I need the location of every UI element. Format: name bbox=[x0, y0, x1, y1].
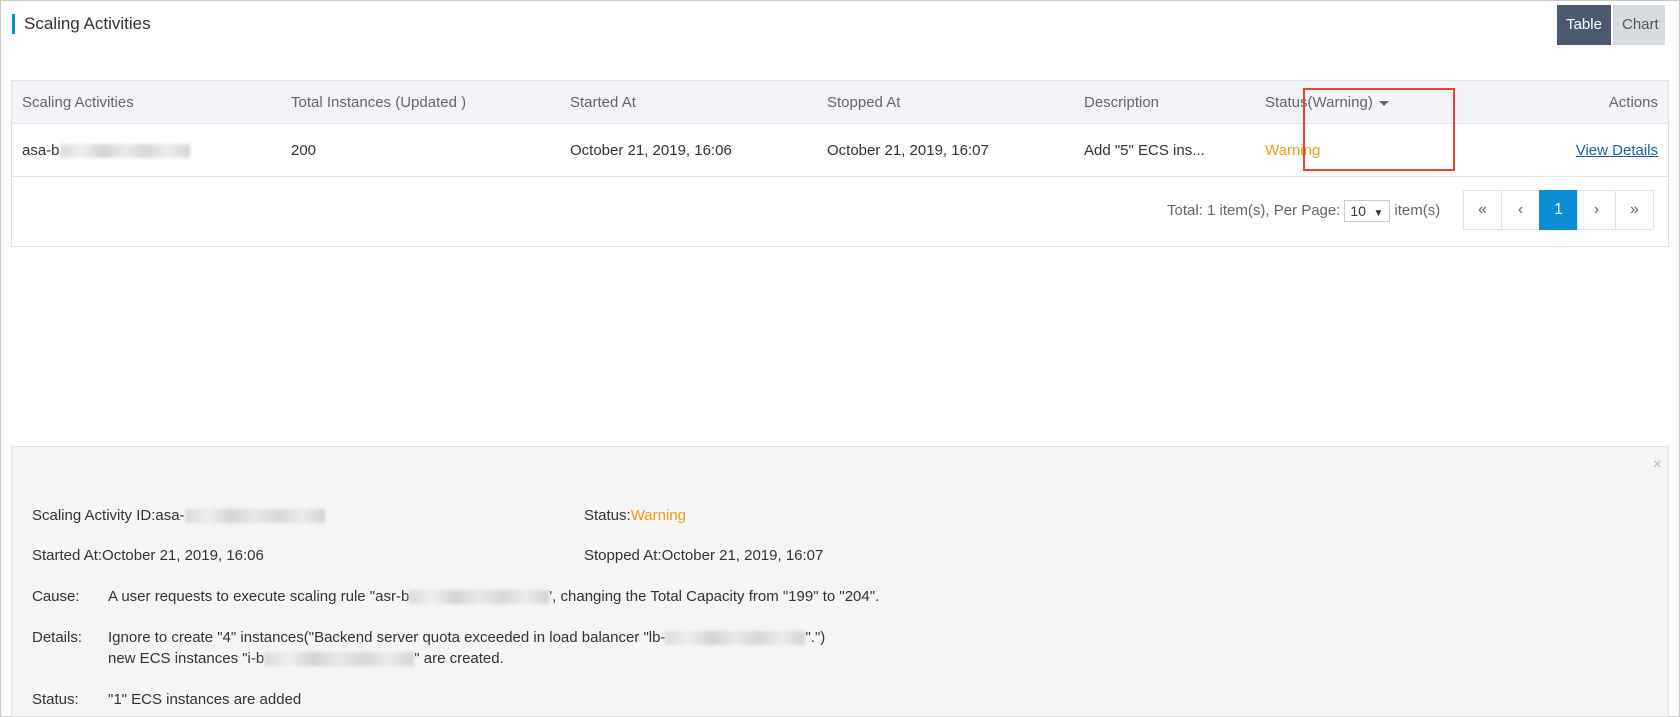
page-1-button[interactable]: 1 bbox=[1539, 190, 1578, 230]
status-label: Status: bbox=[584, 507, 631, 524]
activity-id-value: asa- bbox=[155, 507, 185, 524]
column-header-description: Description bbox=[1084, 94, 1160, 111]
cause-text: A user requests to execute scaling rule … bbox=[108, 588, 879, 605]
stopped-at-cell: October 21, 2019, 16:07 bbox=[827, 142, 989, 159]
last-page-button[interactable]: » bbox=[1615, 190, 1654, 230]
stopped-at-label: Stopped At: bbox=[584, 547, 662, 564]
page-title: Scaling Activities bbox=[12, 14, 151, 34]
status-highlight-box bbox=[1303, 88, 1455, 171]
activity-id-cell: asa-b bbox=[22, 124, 190, 177]
redacted-lb bbox=[665, 631, 806, 646]
started-at-cell: October 21, 2019, 16:06 bbox=[570, 142, 732, 159]
details-text-part1: Ignore to create "4" instances("Backend … bbox=[108, 629, 666, 646]
pagination-info: Total: 1 item(s), Per Page: 10 ▼ item(s) bbox=[1167, 196, 1440, 226]
status-value: Warning bbox=[630, 507, 687, 524]
total-items-text: Total: 1 item(s), Per Page: bbox=[1167, 202, 1341, 219]
redacted-id bbox=[59, 144, 190, 159]
details-text-part2: ".") bbox=[805, 629, 826, 646]
status2-label: Status: bbox=[32, 691, 79, 708]
redacted-rule bbox=[409, 590, 550, 605]
first-page-button[interactable]: « bbox=[1463, 190, 1502, 230]
chart-view-button[interactable]: Chart bbox=[1613, 5, 1665, 45]
activity-details-panel: × Scaling Activity ID:asa- Status:Warnin… bbox=[11, 446, 1669, 717]
details-text-part4: " are created. bbox=[414, 650, 504, 667]
column-header-stopped-at: Stopped At bbox=[827, 94, 901, 111]
activity-id-text: asa-b bbox=[22, 142, 60, 159]
per-page-select[interactable]: 10 ▼ bbox=[1344, 200, 1391, 223]
cause-text-part1: A user requests to execute scaling rule … bbox=[108, 588, 410, 605]
activity-id-label: Scaling Activity ID: bbox=[32, 507, 156, 524]
column-header-actions: Actions bbox=[1608, 94, 1658, 111]
status-line: Status:Warning bbox=[584, 507, 686, 524]
per-page-value: 10 bbox=[1350, 203, 1366, 220]
details-line-2: new ECS instances "i-b " are created. bbox=[108, 650, 504, 667]
started-at-value: October 21, 2019, 16:06 bbox=[102, 547, 264, 564]
redacted-instance bbox=[264, 652, 415, 667]
cause-text-part2: ', changing the Total Capacity from "199… bbox=[549, 588, 880, 605]
pagination: « ‹ 1 › » bbox=[1463, 190, 1654, 230]
stopped-at-line: Stopped At:October 21, 2019, 16:07 bbox=[584, 547, 823, 564]
close-icon[interactable]: × bbox=[1653, 456, 1662, 474]
total-instances-cell: 200 bbox=[291, 142, 317, 159]
view-toggle: Table Chart bbox=[1557, 5, 1665, 45]
prev-page-button[interactable]: ‹ bbox=[1501, 190, 1540, 230]
view-details-link[interactable]: View Details bbox=[1576, 142, 1658, 159]
stopped-at-value: October 21, 2019, 16:07 bbox=[661, 547, 824, 564]
cause-label: Cause: bbox=[32, 588, 80, 605]
details-line-1: Ignore to create "4" instances("Backend … bbox=[108, 629, 825, 646]
description-cell: Add "5" ECS ins... bbox=[1084, 142, 1205, 159]
started-at-label: Started At: bbox=[32, 547, 103, 564]
details-label: Details: bbox=[32, 629, 83, 646]
details-text-part3: new ECS instances "i-b bbox=[108, 650, 265, 667]
table-view-button[interactable]: Table bbox=[1557, 5, 1611, 45]
dropdown-arrow-icon: ▼ bbox=[1373, 208, 1384, 220]
column-header-activities: Scaling Activities bbox=[22, 94, 134, 111]
next-page-button[interactable]: › bbox=[1577, 190, 1616, 230]
started-at-line: Started At:October 21, 2019, 16:06 bbox=[32, 547, 264, 564]
per-page-suffix: item(s) bbox=[1394, 202, 1441, 219]
status2-value: "1" ECS instances are added bbox=[108, 691, 302, 708]
column-header-total-instances: Total Instances (Updated ) bbox=[291, 94, 467, 111]
activity-id-line: Scaling Activity ID:asa- bbox=[32, 507, 325, 524]
redacted-id bbox=[184, 509, 325, 524]
column-header-started-at: Started At bbox=[570, 94, 636, 111]
